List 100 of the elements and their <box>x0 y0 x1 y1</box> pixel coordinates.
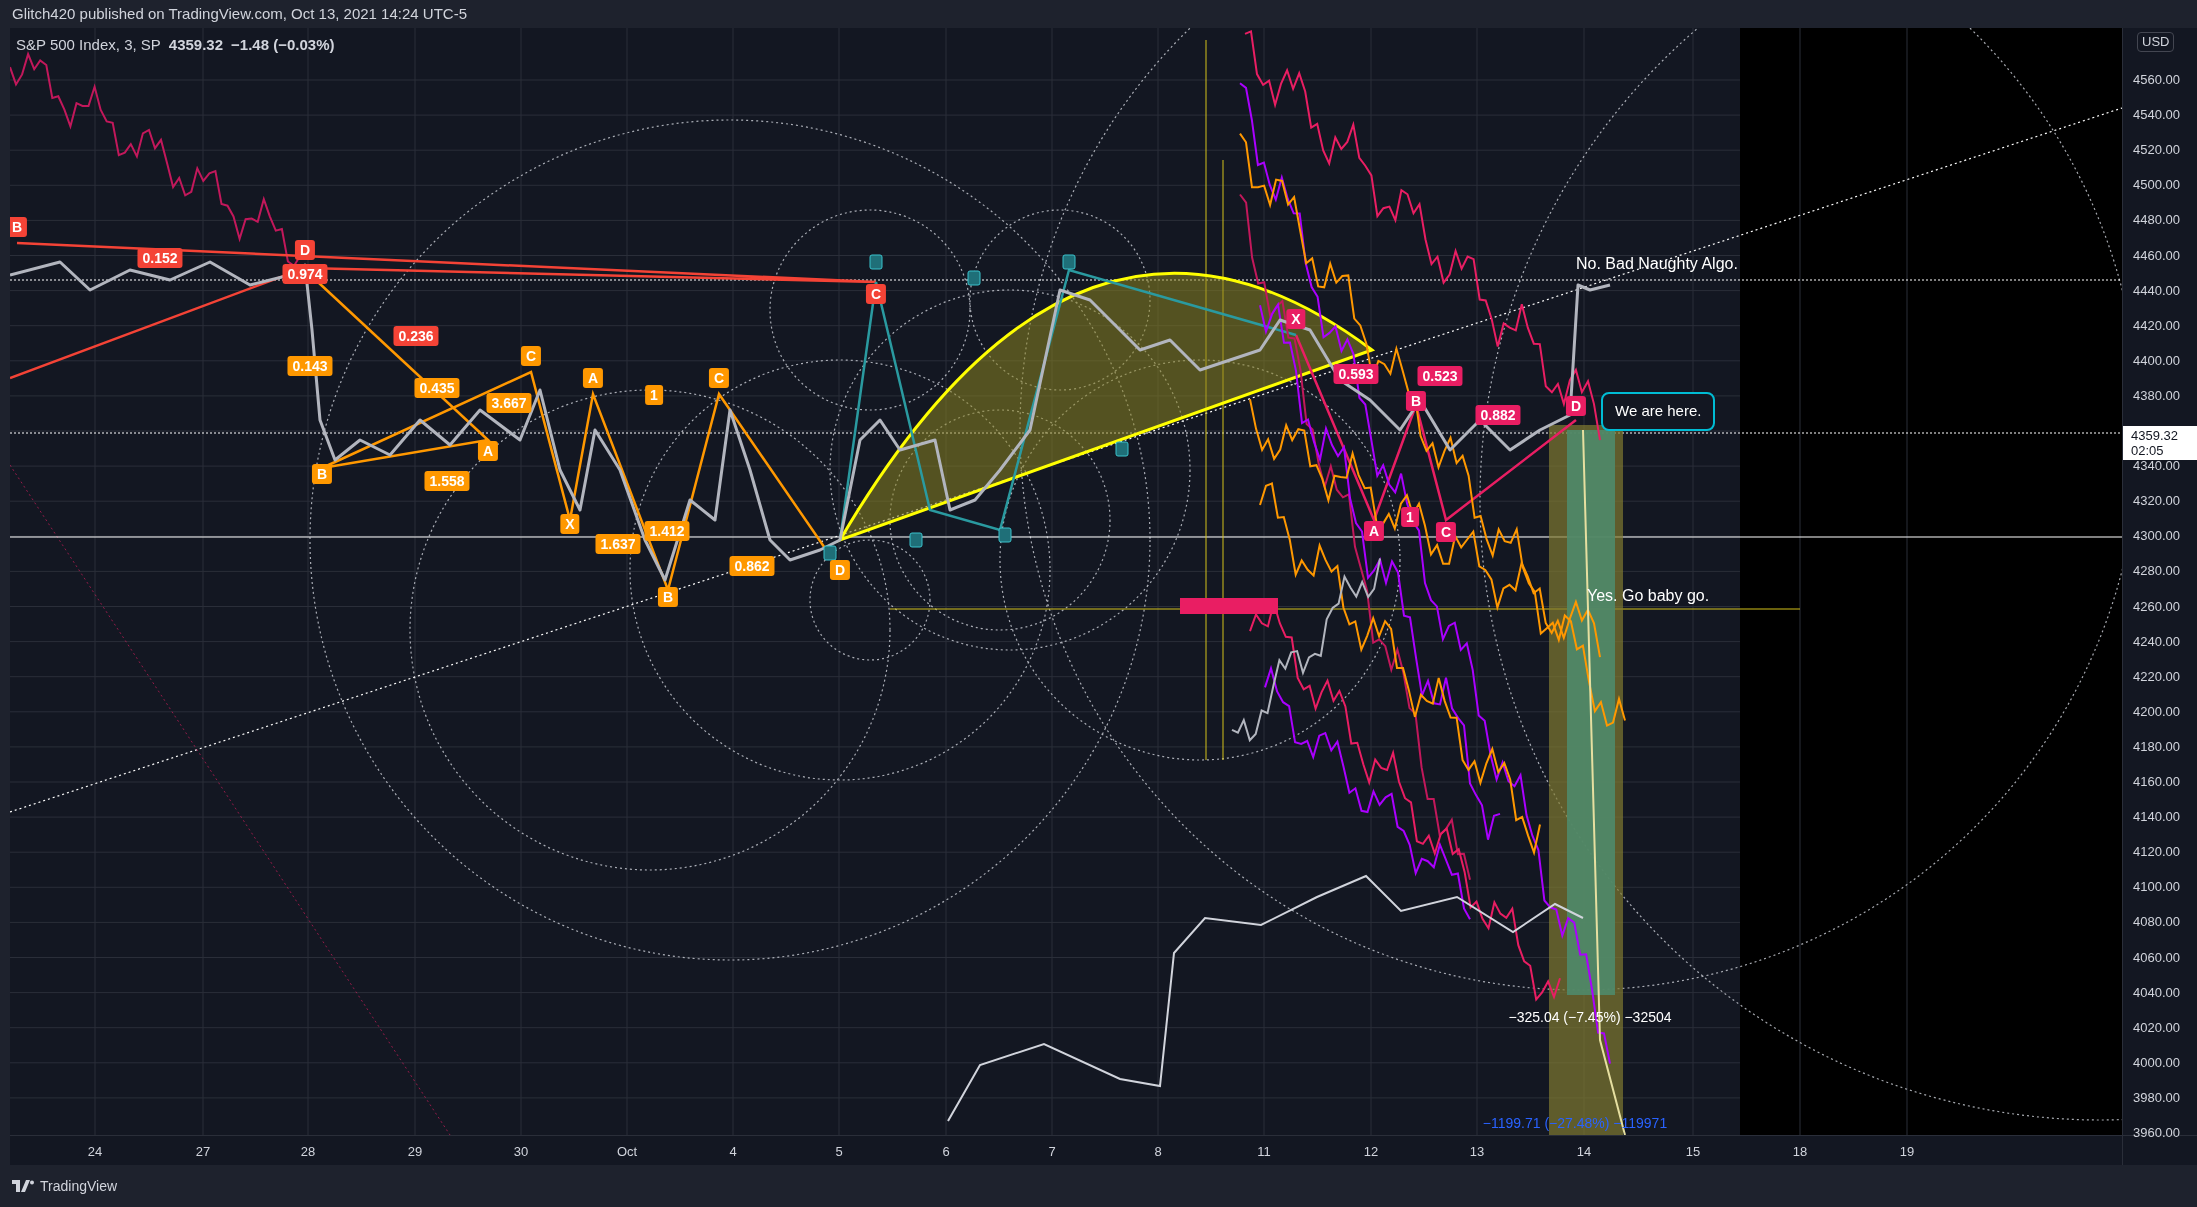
time-label: 15 <box>1685 1143 1701 1161</box>
pattern-label: X <box>1286 309 1306 329</box>
price-label: 4560.00 <box>2133 73 2180 86</box>
time-label: 5 <box>835 1143 843 1161</box>
pattern-label: A <box>477 441 499 461</box>
time-label: Oct <box>616 1143 638 1161</box>
time-axis[interactable]: 24 27 28 29 30 Oct 4 5 6 7 8 11 12 13 14 15 18 19 <box>10 1135 2122 1165</box>
pattern-label: D <box>829 560 851 580</box>
pattern-label: 3.667 <box>486 393 532 413</box>
pattern-label: 0.974 <box>282 264 328 284</box>
price-label: 4020.00 <box>2133 1020 2180 1034</box>
callout-note: We are here. <box>1601 392 1716 431</box>
price-change: −1.48 (−0.03%) <box>231 35 335 55</box>
time-label: 6 <box>942 1143 950 1161</box>
chart-area[interactable] <box>10 28 2122 1135</box>
pattern-label: B <box>657 587 679 607</box>
price-label: 4500.00 <box>2133 178 2180 192</box>
pattern-point-marker <box>869 254 883 270</box>
pattern-label: C <box>520 346 542 366</box>
price-label: 4180.00 <box>2133 739 2180 753</box>
price-label: 4240.00 <box>2133 634 2180 648</box>
pattern-label: 1.558 <box>424 471 470 491</box>
price-label: 4260.00 <box>2133 599 2180 613</box>
price-label: 3960.00 <box>2133 1126 2180 1139</box>
time-label: 8 <box>1154 1143 1162 1161</box>
pattern-label: 0.143 <box>287 356 333 376</box>
price-label: 4160.00 <box>2133 775 2180 788</box>
pattern-label: 0.435 <box>414 378 460 398</box>
time-label: 30 <box>513 1143 529 1161</box>
price-label: 4440.00 <box>2133 283 2180 297</box>
pattern-label: C <box>1435 522 1457 542</box>
price-label: 4220.00 <box>2133 669 2180 683</box>
pattern-label: A <box>582 368 604 388</box>
text-note: No. Bad Naughty Algo. <box>1576 254 1738 274</box>
pattern-label: 1.412 <box>644 521 690 541</box>
pattern-point-marker <box>1062 254 1076 270</box>
price-label: 4140.00 <box>2133 810 2180 824</box>
pattern-label: C <box>865 284 887 304</box>
time-label: 13 <box>1469 1143 1485 1161</box>
currency-badge[interactable]: USD <box>2137 32 2175 52</box>
price-label: 4340.00 <box>2133 459 2180 473</box>
pattern-label: A <box>1363 521 1385 541</box>
pattern-label: 0.593 <box>1333 364 1379 384</box>
time-label: 7 <box>1048 1143 1056 1161</box>
price-label: 4040.00 <box>2133 985 2180 999</box>
symbol-name: S&P 500 Index, 3, SP <box>16 35 161 55</box>
price-label: 4080.00 <box>2133 915 2180 929</box>
pattern-label: D <box>1565 396 1587 416</box>
pattern-label: D <box>294 240 316 260</box>
time-label: 18 <box>1792 1143 1808 1161</box>
pattern-label: 1 <box>1401 507 1419 527</box>
last-price: 4359.32 <box>168 35 224 55</box>
price-label: 3980.00 <box>2133 1090 2180 1104</box>
price-label: 4120.00 <box>2133 845 2180 859</box>
pattern-point-marker <box>998 527 1012 543</box>
price-label: 4380.00 <box>2133 388 2180 402</box>
pattern-label: X <box>560 514 580 534</box>
pattern-label: B <box>311 464 333 484</box>
price-label: 4000.00 <box>2133 1055 2180 1069</box>
time-label: 12 <box>1363 1143 1379 1161</box>
pattern-label: C <box>708 368 730 388</box>
brand-name: TradingView <box>40 1176 118 1196</box>
time-label: 11 <box>1257 1143 1271 1161</box>
time-label: 27 <box>195 1143 211 1161</box>
price-label: 4460.00 <box>2133 248 2180 262</box>
pattern-point-marker <box>967 270 981 286</box>
price-label: 4320.00 <box>2133 494 2180 508</box>
price-label: 4480.00 <box>2133 213 2180 227</box>
publish-info: Glitch420 published on TradingView.com, Oct 13, 2021 14:24 UTC-5 <box>12 3 467 24</box>
price-label: 4400.00 <box>2133 353 2180 367</box>
price-label: 4060.00 <box>2133 950 2180 964</box>
bar-countdown: 02:05 <box>2131 443 2165 458</box>
price-label: 4420.00 <box>2133 318 2180 332</box>
pattern-label: 0.236 <box>393 326 439 346</box>
pattern-point-marker <box>909 532 923 548</box>
pattern-label: 0.523 <box>1417 366 1463 386</box>
pattern-point-marker <box>1115 441 1129 457</box>
last-price-value: 4359.32 <box>2131 428 2179 443</box>
pattern-point-marker <box>823 545 837 561</box>
price-label: 4300.00 <box>2133 529 2180 543</box>
pattern-label: 0.152 <box>137 248 183 268</box>
pattern-label: B <box>1405 391 1427 411</box>
pattern-label: 1.637 <box>595 534 641 554</box>
pattern-label: B <box>10 217 28 237</box>
time-label: 19 <box>1899 1143 1915 1161</box>
pattern-label: 0.882 <box>1475 405 1521 425</box>
time-label: 24 <box>87 1143 103 1161</box>
pattern-label: 0.862 <box>729 556 775 576</box>
logo-icon <box>12 1180 34 1192</box>
pattern-label: 1 <box>645 385 663 405</box>
time-label: 14 <box>1576 1143 1592 1161</box>
time-label: 28 <box>300 1143 316 1161</box>
price-label: 4280.00 <box>2133 564 2180 578</box>
price-label: 4520.00 <box>2133 143 2180 157</box>
time-label: 29 <box>407 1143 423 1161</box>
price-label: 4540.00 <box>2133 108 2180 122</box>
price-axis[interactable] <box>2122 28 2197 1135</box>
time-label: 4 <box>729 1143 737 1161</box>
price-label: 4100.00 <box>2133 880 2180 894</box>
price-label: 4200.00 <box>2133 704 2180 718</box>
